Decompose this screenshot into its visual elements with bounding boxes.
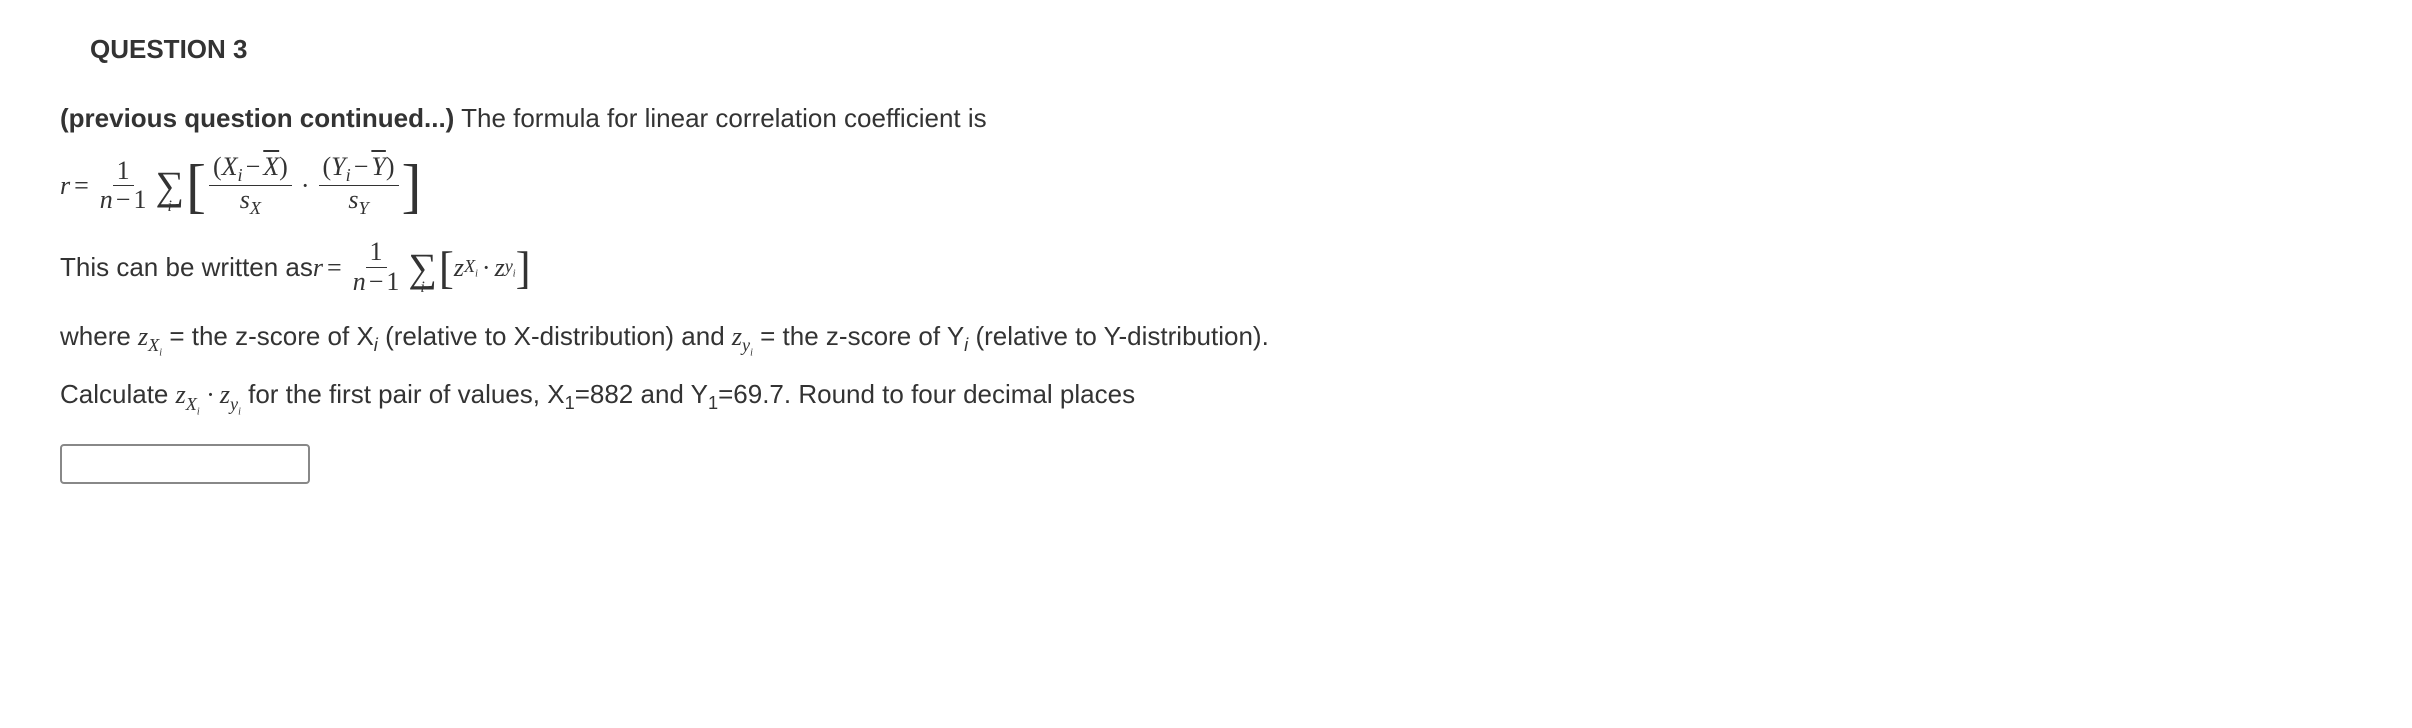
where-line: where zXi = the z-score of Xi (relative … bbox=[60, 317, 2352, 361]
intro-text: The formula for linear correlation coeff… bbox=[454, 103, 986, 133]
intro-bold: (previous question continued...) bbox=[60, 103, 454, 133]
question-title: QUESTION 3 bbox=[90, 30, 2352, 69]
intro-paragraph: (previous question continued...) The for… bbox=[60, 99, 2352, 138]
formula-1: r = 1 n−1 ∑ i [ (Xi−X) sX · (Yi−Y) sY ] bbox=[60, 153, 2352, 218]
answer-input[interactable] bbox=[60, 444, 310, 484]
calculate-line: Calculate zXi · zyi for the first pair o… bbox=[60, 375, 2352, 419]
written-as-text: This can be written as bbox=[60, 248, 313, 287]
formula-2-line: This can be written as r = 1 n−1 ∑ i [ z… bbox=[60, 238, 2352, 296]
